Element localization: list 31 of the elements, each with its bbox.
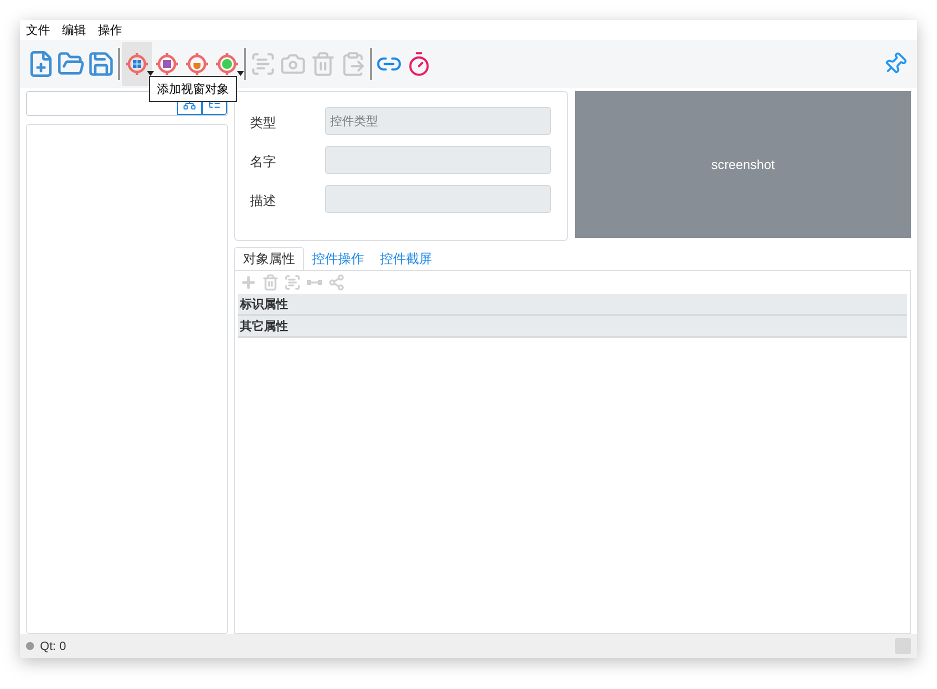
- input-field[interactable]: [325, 185, 551, 213]
- share-icon: [328, 274, 345, 291]
- capture-icon: [284, 274, 301, 291]
- trash-icon: [262, 274, 279, 291]
- field-label: 名字: [250, 153, 277, 172]
- tab[interactable]: 对象属性: [234, 247, 304, 270]
- property-group-header[interactable]: 标识属性: [238, 294, 907, 316]
- screenshot-preview: screenshot: [575, 91, 911, 238]
- dropdown-caret-icon: [147, 71, 154, 76]
- menu-item[interactable]: 操作: [98, 21, 122, 39]
- dropdown-caret-icon: [237, 71, 244, 76]
- save-icon: [87, 50, 115, 78]
- target-image-icon: [155, 52, 179, 76]
- capture-icon: [250, 51, 276, 77]
- tab[interactable]: 控件操作: [304, 247, 372, 270]
- menu-item[interactable]: 文件: [26, 21, 50, 39]
- trash-icon: [310, 51, 336, 77]
- tab[interactable]: 控件截屏: [372, 247, 440, 270]
- input-field[interactable]: 控件类型: [325, 107, 551, 135]
- tooltip: 添加视窗对象: [149, 76, 237, 102]
- field-label: 描述: [250, 192, 277, 210]
- target-window-icon: [125, 52, 149, 76]
- property-group-header[interactable]: 其它属性: [238, 316, 907, 338]
- target-cup-icon: [185, 52, 209, 76]
- input-field[interactable]: [325, 146, 551, 174]
- menu-item[interactable]: 编辑: [62, 21, 86, 39]
- status-text: Qt: 0: [40, 638, 66, 655]
- add-icon: [240, 274, 257, 291]
- target-qt-icon: [215, 52, 239, 76]
- field-label: 类型: [250, 114, 277, 132]
- connector-icon: [307, 280, 322, 285]
